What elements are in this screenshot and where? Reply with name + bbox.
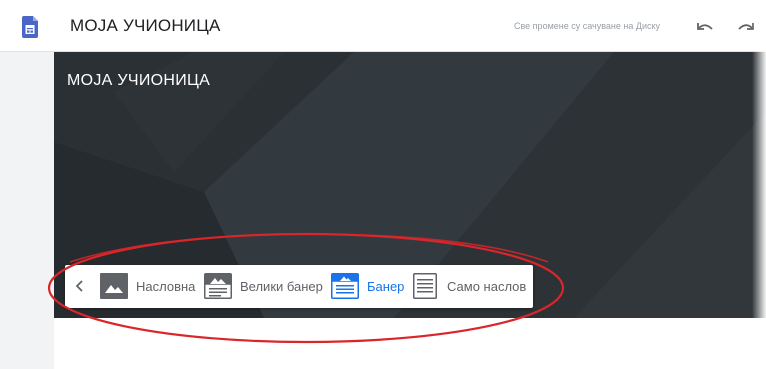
redo-icon[interactable]: [735, 19, 757, 37]
header-option-cover[interactable]: Насловна: [100, 265, 195, 308]
save-status-text: Све промене су сачуване на Диску: [514, 21, 661, 31]
header-type-selector: Насловна Велики банер Банер Само наслов: [65, 265, 533, 308]
header-option-label: Банер: [367, 279, 405, 294]
document-title[interactable]: МОЈА УЧИОНИЦА: [70, 16, 221, 36]
site-title[interactable]: МОЈА УЧИОНИЦА: [67, 72, 210, 90]
title-only-icon: [413, 273, 437, 299]
chevron-left-icon[interactable]: [71, 277, 89, 295]
header-option-label: Насловна: [136, 279, 196, 294]
editor-side-rail: [0, 52, 54, 369]
header-option-banner[interactable]: Банер: [331, 265, 406, 308]
top-app-bar: МОЈА УЧИОНИЦА Све промене су сачуване на…: [0, 0, 766, 52]
large-banner-icon: [204, 273, 232, 299]
header-option-label: Само наслов: [447, 279, 527, 294]
header-option-title-only[interactable]: Само наслов: [413, 265, 528, 308]
cover-image-icon: [100, 273, 128, 299]
header-option-label: Велики банер: [240, 279, 323, 294]
google-sites-icon[interactable]: [22, 16, 38, 43]
undo-icon[interactable]: [694, 19, 716, 37]
header-option-large-banner[interactable]: Велики банер: [204, 265, 324, 308]
banner-icon: [331, 273, 359, 299]
